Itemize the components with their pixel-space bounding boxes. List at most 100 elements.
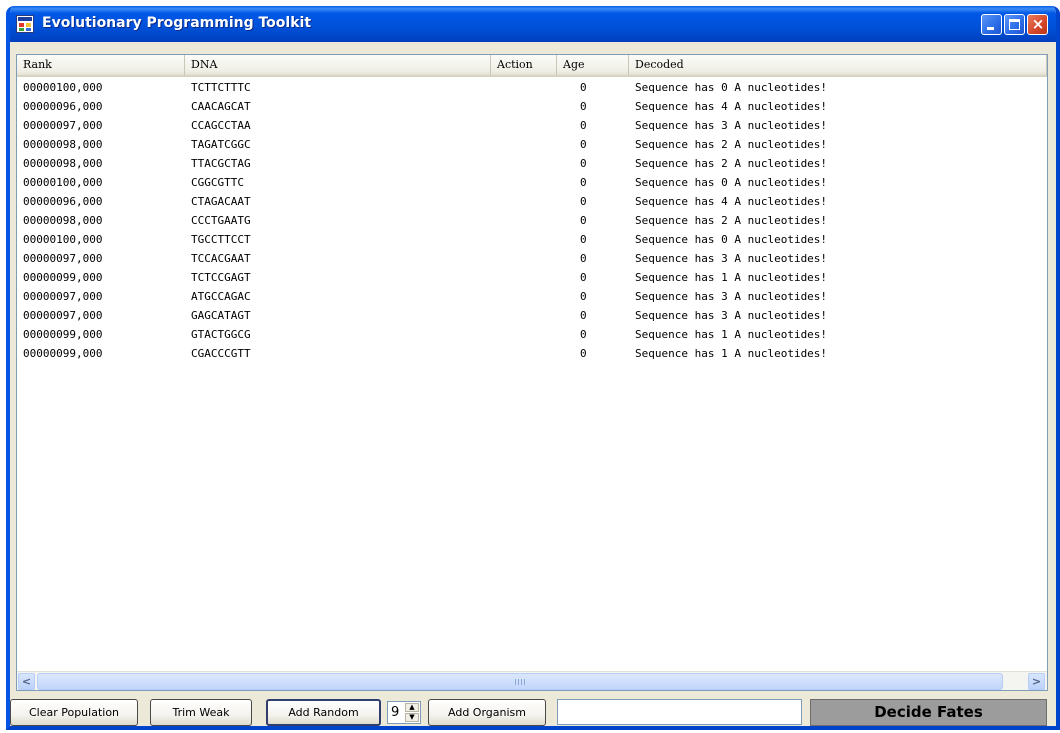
scrollbar-thumb[interactable] [37, 673, 1003, 690]
clear-population-button[interactable]: Clear Population [10, 699, 138, 726]
table-row[interactable]: 00000099,000 TCTCCGAGT 0 Sequence has 1 A n… [17, 268, 1047, 287]
stepper-up-icon[interactable]: ▲ [405, 703, 419, 712]
main-window: Evolutionary Programming Toolkit × Rank … [6, 6, 1060, 730]
minimize-icon [987, 27, 994, 30]
cell-rank: 00000100,000 [23, 176, 103, 189]
horizontal-scrollbar[interactable]: < > [17, 671, 1047, 690]
cell-rank: 00000098,000 [23, 157, 103, 170]
add-random-button[interactable]: Add Random [266, 699, 381, 726]
maximize-button[interactable] [1004, 14, 1025, 35]
cell-age: 0 [580, 214, 587, 227]
stepper-buttons: ▲ ▼ [405, 703, 419, 722]
cell-rank: 00000097,000 [23, 252, 103, 265]
cell-rank: 00000098,000 [23, 214, 103, 227]
app-icon [16, 15, 34, 33]
table-row[interactable]: 00000099,000 GTACTGGCG 0 Sequence has 1 A n… [17, 325, 1047, 344]
add-organism-button[interactable]: Add Organism [428, 699, 546, 726]
cell-dna: CGACCCGTT [191, 347, 251, 360]
column-header-age[interactable]: Age [557, 55, 629, 77]
table-row[interactable]: 00000098,000 CCCTGAATG 0 Sequence has 2 A n… [17, 211, 1047, 230]
cell-age: 0 [580, 195, 587, 208]
cell-decoded: Sequence has 4 A nucleotides! [635, 100, 828, 113]
cell-decoded: Sequence has 1 A nucleotides! [635, 271, 828, 284]
maximize-icon [1009, 19, 1020, 30]
column-header-action[interactable]: Action [491, 55, 557, 77]
scroll-left-icon[interactable]: < [18, 673, 35, 690]
cell-decoded: Sequence has 3 A nucleotides! [635, 290, 828, 303]
cell-age: 0 [580, 100, 587, 113]
table-row[interactable]: 00000097,000 TCCACGAAT 0 Sequence has 3 A n… [17, 249, 1047, 268]
stepper-down-icon[interactable]: ▼ [405, 713, 419, 722]
column-header-rank[interactable]: Rank [17, 55, 185, 77]
cell-rank: 00000097,000 [23, 290, 103, 303]
organism-input[interactable] [557, 699, 802, 725]
cell-dna: CCCTGAATG [191, 214, 251, 227]
cell-dna: TCTTCTTTC [191, 81, 251, 94]
cell-age: 0 [580, 252, 587, 265]
cell-dna: GTACTGGCG [191, 328, 251, 341]
random-count-stepper[interactable]: 9 ▲ ▼ [387, 701, 421, 724]
cell-decoded: Sequence has 0 A nucleotides! [635, 81, 828, 94]
cell-rank: 00000097,000 [23, 119, 103, 132]
title-bar[interactable]: Evolutionary Programming Toolkit × [10, 6, 1056, 42]
table-row[interactable]: 00000099,000 CGACCCGTT 0 Sequence has 1 A n… [17, 344, 1047, 363]
cell-dna: CCAGCCTAA [191, 119, 251, 132]
cell-decoded: Sequence has 3 A nucleotides! [635, 309, 828, 322]
minimize-button[interactable] [981, 14, 1002, 35]
table-row[interactable]: 00000098,000 TTACGCTAG 0 Sequence has 2 A n… [17, 154, 1047, 173]
cell-dna: GAGCATAGT [191, 309, 251, 322]
cell-rank: 00000099,000 [23, 271, 103, 284]
cell-age: 0 [580, 81, 587, 94]
cell-dna: TCTCCGAGT [191, 271, 251, 284]
cell-dna: TAGATCGGC [191, 138, 251, 151]
cell-rank: 00000098,000 [23, 138, 103, 151]
grip-icon [515, 679, 525, 685]
cell-decoded: Sequence has 3 A nucleotides! [635, 119, 828, 132]
scroll-right-icon[interactable]: > [1028, 673, 1045, 690]
decide-fates-button[interactable]: Decide Fates [810, 699, 1047, 726]
cell-dna: CGGCGTTC [191, 176, 244, 189]
cell-dna: CTAGACAAT [191, 195, 251, 208]
cell-dna: TTACGCTAG [191, 157, 251, 170]
cell-age: 0 [580, 138, 587, 151]
cell-rank: 00000100,000 [23, 233, 103, 246]
random-count-value[interactable]: 9 [391, 702, 399, 723]
cell-rank: 00000100,000 [23, 81, 103, 94]
cell-decoded: Sequence has 4 A nucleotides! [635, 195, 828, 208]
cell-dna: ATGCCAGAC [191, 290, 251, 303]
cell-rank: 00000097,000 [23, 309, 103, 322]
cell-age: 0 [580, 271, 587, 284]
cell-age: 0 [580, 233, 587, 246]
column-header-decoded[interactable]: Decoded [629, 55, 1047, 77]
cell-decoded: Sequence has 1 A nucleotides! [635, 347, 828, 360]
table-row[interactable]: 00000098,000 TAGATCGGC 0 Sequence has 2 A n… [17, 135, 1047, 154]
cell-dna: TCCACGAAT [191, 252, 251, 265]
cell-decoded: Sequence has 3 A nucleotides! [635, 252, 828, 265]
table-row[interactable]: 00000096,000 CAACAGCAT 0 Sequence has 4 A n… [17, 97, 1047, 116]
column-header-dna[interactable]: DNA [185, 55, 491, 77]
close-button[interactable]: × [1027, 14, 1048, 35]
table-row[interactable]: 00000097,000 GAGCATAGT 0 Sequence has 3 A n… [17, 306, 1047, 325]
table-row[interactable]: 00000100,000 CGGCGTTC 0 Sequence has 0 A nu… [17, 173, 1047, 192]
table-row[interactable]: 00000097,000 CCAGCCTAA 0 Sequence has 3 A n… [17, 116, 1047, 135]
cell-rank: 00000096,000 [23, 100, 103, 113]
table-row[interactable]: 00000100,000 TGCCTTCCT 0 Sequence has 0 A n… [17, 230, 1047, 249]
trim-weak-button[interactable]: Trim Weak [150, 699, 252, 726]
population-rows: 00000100,000 TCTTCTTTC 0 Sequence has 0 A n… [17, 78, 1047, 363]
window-title: Evolutionary Programming Toolkit [42, 15, 312, 31]
cell-decoded: Sequence has 2 A nucleotides! [635, 138, 828, 151]
cell-dna: CAACAGCAT [191, 100, 251, 113]
table-row[interactable]: 00000100,000 TCTTCTTTC 0 Sequence has 0 A n… [17, 78, 1047, 97]
cell-rank: 00000099,000 [23, 328, 103, 341]
cell-rank: 00000096,000 [23, 195, 103, 208]
cell-age: 0 [580, 328, 587, 341]
table-row[interactable]: 00000097,000 ATGCCAGAC 0 Sequence has 3 A n… [17, 287, 1047, 306]
cell-age: 0 [580, 119, 587, 132]
cell-decoded: Sequence has 0 A nucleotides! [635, 176, 828, 189]
population-list[interactable]: Rank DNA Action Age Decoded 00000100,000… [16, 54, 1048, 691]
table-row[interactable]: 00000096,000 CTAGACAAT 0 Sequence has 4 A n… [17, 192, 1047, 211]
cell-age: 0 [580, 309, 587, 322]
cell-decoded: Sequence has 2 A nucleotides! [635, 214, 828, 227]
close-icon: × [1031, 15, 1045, 33]
cell-rank: 00000099,000 [23, 347, 103, 360]
